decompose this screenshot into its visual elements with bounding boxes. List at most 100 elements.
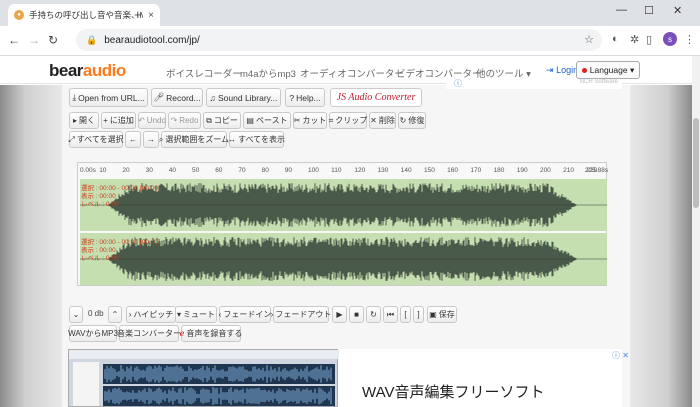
timeline-tick: 180: [493, 167, 505, 174]
timeline-tick: 50: [191, 167, 200, 174]
record-voice-button[interactable]: ℯ 音声を録音する: [180, 325, 242, 342]
plus-icon: +: [103, 116, 108, 125]
timeline-tick: 20: [122, 167, 130, 174]
download-icon: ⤓: [72, 92, 77, 102]
clip-icon: ⌗: [328, 115, 334, 125]
question-icon: ?: [289, 92, 295, 103]
back-button[interactable]: ←: [8, 33, 20, 47]
volume-up-button[interactable]: ⌃: [108, 306, 122, 323]
mic-icon: 🎤︎: [153, 92, 165, 102]
scrollbar-thumb[interactable]: [693, 118, 699, 208]
new-tab-button[interactable]: +: [134, 7, 142, 22]
close-window-button[interactable]: ✕: [673, 4, 682, 17]
folder-button[interactable]: ▸ 開く: [69, 112, 99, 129]
ad-info-close-icon[interactable]: ⓘ ✕: [612, 350, 629, 361]
mute-icon: ▾: [177, 310, 182, 319]
minimize-button[interactable]: —: [616, 4, 627, 16]
scroll-right-button[interactable]: →: [143, 131, 159, 148]
undo-button[interactable]: ↶ Undo: [138, 112, 166, 129]
undo-icon: ↶: [138, 116, 145, 125]
mute-button[interactable]: ▾ ミュート: [175, 306, 217, 323]
timeline-tick: 130: [377, 167, 389, 174]
menu-icon[interactable]: ⋮: [684, 33, 695, 46]
address-bar[interactable]: 🔒 bearaudiotool.com/jp/ ☆: [76, 29, 602, 51]
save-button[interactable]: ▣ 保存: [427, 306, 457, 323]
forward-button[interactable]: →: [28, 33, 40, 47]
scroll-left-button[interactable]: ←: [125, 131, 141, 148]
timeline-tick: 220: [586, 167, 598, 174]
folder-icon: ▸: [73, 116, 78, 125]
fade-in-button[interactable]: ‹ フェードイン: [219, 306, 271, 323]
nav-m4a-to-mp3[interactable]: m4aからmp3: [240, 66, 296, 80]
timeline-tick: 120: [354, 167, 366, 174]
loop-button[interactable]: ↻: [366, 306, 381, 323]
profile-avatar[interactable]: s: [663, 32, 677, 46]
cut-button[interactable]: ✂ カット: [293, 112, 327, 129]
reload-button[interactable]: ↻: [48, 33, 58, 47]
redo-button[interactable]: ↷ Redo: [168, 112, 201, 129]
timeline-tick: 30: [145, 167, 153, 174]
zoom-selection-button[interactable]: ⌕ 選択範囲をズーム: [158, 131, 229, 148]
js-audio-converter-logo[interactable]: JS Audio Converter: [330, 88, 422, 107]
help-button[interactable]: ? Help...: [285, 88, 325, 107]
timeline-tick: 80: [261, 167, 269, 174]
login-link[interactable]: ⇥ Login: [546, 65, 578, 76]
timeline-tick: 140: [400, 167, 412, 174]
background-image-left: [0, 85, 62, 407]
ad-screenshot-image[interactable]: [68, 349, 339, 407]
channel-1-level: レベル : 0.00: [81, 201, 119, 208]
clip-button[interactable]: ⌗ クリップ: [329, 112, 367, 129]
skip-start-button[interactable]: ⏮: [383, 306, 398, 323]
sound-library-button[interactable]: ♫ Sound Library...: [206, 88, 281, 107]
ad-screenshot-graphic: [69, 350, 339, 406]
nav-audio-converter[interactable]: オーディオコンバーター: [300, 66, 404, 80]
puzzle-icon[interactable]: ✲: [630, 33, 639, 46]
page-scrollbar[interactable]: [692, 56, 700, 407]
timeline-tick: 190: [516, 167, 528, 174]
timeline-tick: 200: [539, 167, 551, 174]
channel-2-level: レベル : 0.00: [81, 255, 119, 262]
plus-button[interactable]: + に追加: [101, 112, 136, 129]
delete-button[interactable]: ✕ 削除: [369, 112, 396, 129]
paste-button[interactable]: ▤ ペースト: [243, 112, 291, 129]
play-button[interactable]: ▶: [332, 306, 347, 323]
open-from-url-button[interactable]: ⤓ Open from URL...: [69, 88, 148, 107]
sidebar-icon[interactable]: ▯: [646, 33, 652, 46]
select-all-button[interactable]: ⤢ すべてを選択: [68, 131, 124, 148]
site-logo[interactable]: bearaudio: [49, 61, 126, 81]
nav-other-tools[interactable]: 他のツール ▾: [476, 66, 531, 80]
timeline-tick: 160: [447, 167, 459, 174]
audio-converter-button[interactable]: 音楽コンバーター: [117, 325, 181, 342]
record-button[interactable]: 🎤︎ Record...: [151, 88, 203, 107]
redo-icon: ↷: [170, 116, 178, 125]
zoom-icon: ⌕: [158, 134, 164, 144]
bookmark-star-icon[interactable]: ☆: [584, 33, 594, 46]
mark-out-button[interactable]: ]: [413, 306, 424, 323]
maximize-button[interactable]: ☐: [644, 4, 654, 17]
wav-to-mp3-button[interactable]: WAVからMP3: [68, 325, 118, 342]
copy-icon: ⧉: [206, 115, 212, 125]
timeline-tick: 110: [331, 167, 342, 174]
high-pitch-button[interactable]: › ハイピッチ: [126, 306, 176, 323]
top-ad[interactable]: ⓘ NCH Software: [446, 79, 622, 89]
mark-in-button[interactable]: [: [400, 306, 411, 323]
repair-button[interactable]: ↻ 修復: [398, 112, 426, 129]
extension-icon[interactable]: ◐: [612, 33, 619, 45]
volume-down-button[interactable]: ⌄: [69, 306, 83, 323]
tab-close-icon[interactable]: ×: [148, 10, 154, 21]
fade-out-button[interactable]: › フェードアウト: [271, 306, 331, 323]
select-icon: ⤢: [68, 134, 75, 144]
nav-voice-recorder[interactable]: ボイスレコーダー: [166, 66, 242, 80]
background-image-right: [630, 85, 692, 407]
login-icon: ⇥: [546, 65, 554, 75]
language-dropdown[interactable]: Language ▾: [576, 61, 640, 79]
repair-icon: ↻: [399, 116, 407, 125]
gain-value: 0 db: [88, 309, 104, 318]
show-all-button[interactable]: ↔ すべてを表示: [228, 131, 285, 148]
copy-button[interactable]: ⧉ コピー: [203, 112, 241, 129]
stop-button[interactable]: ■: [349, 306, 364, 323]
timeline-tick: 10: [99, 167, 107, 174]
expand-icon: ↔: [228, 135, 237, 144]
ad-title[interactable]: WAV音声編集フリーソフト: [362, 381, 545, 402]
nav-video-converter[interactable]: ビデオコンバーター: [396, 66, 482, 80]
